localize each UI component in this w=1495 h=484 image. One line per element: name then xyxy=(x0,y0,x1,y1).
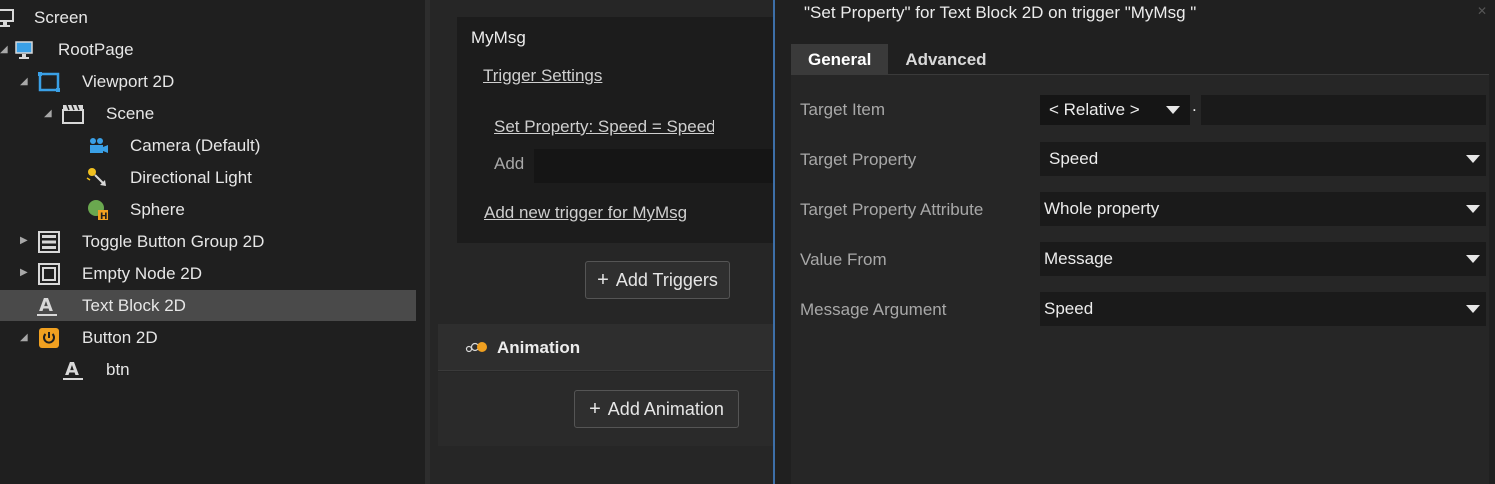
dialog-tabs: General Advanced xyxy=(791,44,1004,75)
add-action-label: Add xyxy=(494,154,525,173)
tree-item-screen[interactable]: Screen xyxy=(0,2,416,33)
tree-item-viewport-2d[interactable]: ◢ Viewport 2D xyxy=(0,66,416,97)
action-link[interactable]: Set Property: Speed = Speed xyxy=(494,117,714,137)
text-block-icon: A xyxy=(61,358,85,382)
general-tab-content: Target Item < Relative > . Target Proper… xyxy=(791,75,1489,484)
triggers-panel: MyMsg Trigger Settings Set Property: Spe… xyxy=(430,0,787,484)
tree-item-label: Viewport 2D xyxy=(82,71,175,91)
tree-item-rootpage[interactable]: ◢ RootPage xyxy=(0,34,416,65)
tree-item-label: Scene xyxy=(106,103,155,123)
message-argument-label: Message Argument xyxy=(800,300,947,319)
add-animation-label: Add Animation xyxy=(607,398,724,419)
collapsed-triangle-icon[interactable]: ▶ xyxy=(20,236,30,246)
add-animation-button[interactable]: + Add Animation xyxy=(574,390,739,428)
page-icon xyxy=(13,38,37,62)
chevron-down-icon xyxy=(1466,205,1480,213)
tree-item-label: Text Block 2D xyxy=(82,295,186,315)
close-icon[interactable]: ✕ xyxy=(1475,4,1489,18)
tree-item-btn[interactable]: A btn xyxy=(0,354,416,385)
tree-item-text-block-2d[interactable]: A Text Block 2D xyxy=(0,290,416,321)
chevron-down-icon xyxy=(1466,305,1480,313)
text-block-icon: A xyxy=(35,294,59,318)
value-from-value: Message xyxy=(1044,249,1113,268)
tree-item-label: Screen xyxy=(34,7,88,27)
svg-text:A: A xyxy=(39,295,53,316)
toggle-group-icon xyxy=(37,230,61,254)
target-item-dropdown[interactable]: < Relative > xyxy=(1040,95,1190,125)
expand-triangle-icon[interactable]: ◢ xyxy=(0,45,10,55)
tree-item-label: Toggle Button Group 2D xyxy=(82,231,265,251)
tree-item-label: Button 2D xyxy=(82,327,158,347)
message-argument-dropdown[interactable]: Speed xyxy=(1040,292,1486,326)
tab-advanced[interactable]: Advanced xyxy=(888,44,1003,75)
animation-section-header[interactable]: Animation xyxy=(438,324,773,371)
tree-item-label: Empty Node 2D xyxy=(82,263,202,283)
set-property-dialog: "Set Property" for Text Block 2D on trig… xyxy=(773,0,1495,484)
directional-light-icon xyxy=(86,166,110,190)
empty-node-icon xyxy=(37,262,61,286)
tree-item-camera[interactable]: Camera (Default) xyxy=(0,130,416,161)
expand-triangle-icon[interactable]: ◢ xyxy=(20,333,30,343)
target-property-attribute-value: Whole property xyxy=(1044,199,1160,218)
message-argument-value: Speed xyxy=(1044,299,1094,318)
chevron-down-icon xyxy=(1466,255,1480,263)
animation-icon xyxy=(465,339,489,359)
collapsed-triangle-icon[interactable]: ▶ xyxy=(20,268,30,278)
trigger-card: MyMsg Trigger Settings Set Property: Spe… xyxy=(457,17,787,243)
tree-item-scene[interactable]: ◢ Scene xyxy=(0,98,416,129)
animation-header-label: Animation xyxy=(497,338,581,357)
tree-item-label: Directional Light xyxy=(130,167,252,187)
target-property-attribute-label: Target Property Attribute xyxy=(800,200,984,219)
tree-item-button-2d[interactable]: ◢ Button 2D xyxy=(0,322,416,353)
tree-item-label: Sphere xyxy=(130,199,185,219)
tab-general[interactable]: General xyxy=(791,44,889,75)
tree-item-directional-light[interactable]: Directional Light xyxy=(0,162,416,193)
clapperboard-icon xyxy=(61,102,85,126)
tree-item-label: btn xyxy=(106,359,130,379)
expand-triangle-icon[interactable]: ◢ xyxy=(20,77,30,87)
tree-item-label: RootPage xyxy=(58,39,134,59)
svg-text:H: H xyxy=(100,212,108,222)
target-item-suffix: . xyxy=(1192,96,1197,115)
sphere-icon: H xyxy=(86,198,110,222)
expand-triangle-icon[interactable]: ◢ xyxy=(44,109,54,119)
value-from-label: Value From xyxy=(800,250,887,269)
message-name: MyMsg xyxy=(471,28,526,47)
add-action-input[interactable] xyxy=(534,149,774,183)
monitor-icon xyxy=(0,6,18,30)
tree-item-sphere[interactable]: H Sphere xyxy=(0,194,416,225)
plus-icon: + xyxy=(597,268,609,291)
camera-icon xyxy=(86,134,110,158)
dialog-title: "Set Property" for Text Block 2D on trig… xyxy=(804,3,1197,22)
add-new-trigger-link[interactable]: Add new trigger for MyMsg xyxy=(484,203,687,223)
plus-icon: + xyxy=(589,397,601,420)
trigger-settings-link[interactable]: Trigger Settings xyxy=(483,66,602,86)
tree-item-toggle-button-group-2d[interactable]: ▶ Toggle Button Group 2D xyxy=(0,226,416,257)
power-button-icon xyxy=(37,326,61,350)
tree-item-empty-node-2d[interactable]: ▶ Empty Node 2D xyxy=(0,258,416,289)
chevron-down-icon xyxy=(1166,106,1180,114)
add-triggers-label: Add Triggers xyxy=(615,269,718,290)
target-item-value: < Relative > xyxy=(1049,100,1140,119)
target-property-dropdown[interactable]: Speed xyxy=(1040,142,1486,176)
viewport-icon xyxy=(37,70,61,94)
value-from-dropdown[interactable]: Message xyxy=(1040,242,1486,276)
add-triggers-button[interactable]: + Add Triggers xyxy=(585,261,730,299)
chevron-down-icon xyxy=(1466,155,1480,163)
target-item-label: Target Item xyxy=(800,100,886,119)
project-tree: Screen ◢ RootPage ◢ Viewport 2D ◢ Scene … xyxy=(0,0,425,484)
target-property-label: Target Property xyxy=(800,150,917,169)
target-property-attribute-dropdown[interactable]: Whole property xyxy=(1040,192,1486,226)
svg-text:A: A xyxy=(65,359,79,380)
target-item-path-field[interactable] xyxy=(1201,95,1486,125)
target-property-value: Speed xyxy=(1049,149,1099,168)
tree-item-label: Camera (Default) xyxy=(130,135,261,155)
